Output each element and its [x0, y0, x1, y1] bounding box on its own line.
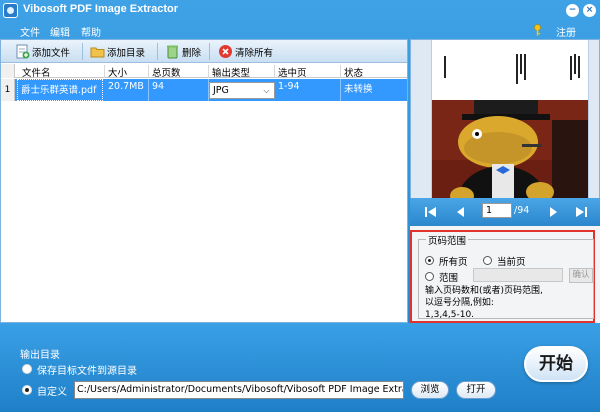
page-range-group: 所有页 当前页 范围 确认 输入页码数和(或者)页码范围, 以逗号分隔,例如: … — [418, 239, 594, 321]
menu-bar: 文件 编辑 帮助 注册 — [0, 21, 600, 39]
range-radio[interactable] — [425, 272, 434, 281]
table-header: 文件名 大小 总页数 输出类型 选中页 状态 — [1, 64, 407, 79]
add-folder-label: 添加目录 — [107, 47, 146, 59]
open-button[interactable]: 打开 — [456, 381, 496, 399]
custom-radio[interactable] — [22, 385, 32, 395]
custom-label: 自定义 — [37, 387, 67, 398]
output-section: 输出目录 保存目标文件到源目录 自定义 C:/Users/Administrat… — [0, 323, 600, 412]
close-button[interactable]: × — [583, 4, 596, 17]
save-to-source-radio[interactable] — [22, 364, 32, 374]
page-range-highlight: 所有页 当前页 范围 确认 输入页码数和(或者)页码范围, 以逗号分隔,例如: … — [410, 230, 595, 323]
toolbar: 添加文件 添加目录 删除 清除所有 — [1, 40, 407, 63]
page-navigation: 1 /94 — [410, 198, 600, 226]
page-total: /94 — [514, 205, 530, 216]
clear-all-label: 清除所有 — [235, 47, 274, 59]
hint-line-1: 输入页码数和(或者)页码范围, — [425, 286, 543, 296]
cell-status: 未转换 — [344, 84, 373, 95]
delete-button[interactable]: 删除 — [165, 43, 201, 60]
folder-icon — [90, 47, 105, 58]
cell-size: 20.7MB — [105, 79, 149, 101]
cell-pages: 94 — [149, 79, 209, 101]
range-hint: 输入页码数和(或者)页码范围, 以逗号分隔,例如: 1,3,4,5-10. — [425, 285, 543, 321]
current-page-label: 当前页 — [497, 257, 526, 268]
window-title: Vibosoft PDF Image Extractor — [23, 3, 179, 15]
col-selected-pages[interactable]: 选中页 — [275, 65, 341, 79]
trash-icon — [167, 45, 178, 59]
app-logo-icon — [3, 3, 18, 18]
page-range-panel: 所有页 当前页 范围 确认 输入页码数和(或者)页码范围, 以逗号分隔,例如: … — [410, 226, 600, 323]
start-button[interactable]: 开始 — [524, 346, 588, 382]
delete-label: 删除 — [182, 47, 202, 59]
page-range-title: 页码范围 — [426, 233, 469, 247]
cell-filename: 爵士乐群英谱.pdf — [17, 79, 103, 101]
range-input[interactable] — [473, 268, 563, 282]
cell-selected-pages: 1-94 — [275, 79, 341, 101]
menu-file[interactable]: 文件 — [20, 24, 40, 39]
preview-page-top — [432, 40, 590, 100]
prev-page-icon[interactable] — [454, 206, 468, 218]
table-row[interactable]: 1 爵士乐群英谱.pdf 20.7MB 94 JPG ⌵ 1-94 未转换 — [1, 79, 407, 101]
minimize-button[interactable]: − — [566, 4, 579, 17]
add-file-icon — [16, 44, 30, 59]
clear-icon — [219, 45, 232, 58]
file-list-panel: 添加文件 添加目录 删除 清除所有 文件名 大小 总页数 输出类型 选中页 状态… — [0, 39, 408, 323]
hint-line-2: 以逗号分隔,例如: — [425, 298, 494, 308]
next-page-icon[interactable] — [546, 206, 560, 218]
all-pages-radio[interactable] — [425, 256, 434, 265]
add-file-label: 添加文件 — [32, 47, 71, 59]
chevron-down-icon: ⌵ — [263, 86, 270, 95]
app-window: Vibosoft PDF Image Extractor − × 文件 编辑 帮… — [0, 0, 600, 412]
confirm-button[interactable]: 确认 — [569, 268, 593, 283]
key-icon — [534, 24, 541, 36]
col-filename[interactable]: 文件名 — [19, 65, 105, 79]
hint-line-3: 1,3,4,5-10. — [425, 310, 475, 320]
col-size[interactable]: 大小 — [105, 65, 149, 79]
page-text-image — [444, 54, 580, 84]
output-type-select[interactable]: JPG ⌵ — [209, 82, 275, 99]
page-number-input[interactable]: 1 — [482, 203, 512, 218]
clear-all-button[interactable]: 清除所有 — [218, 43, 273, 60]
col-total-pages[interactable]: 总页数 — [149, 65, 209, 79]
col-output-type[interactable]: 输出类型 — [209, 65, 275, 79]
first-page-icon[interactable] — [424, 206, 438, 218]
menu-help[interactable]: 帮助 — [81, 24, 101, 39]
output-path-input[interactable]: C:/Users/Administrator/Documents/Vibosof… — [74, 381, 404, 399]
col-status[interactable]: 状态 — [341, 65, 407, 79]
add-folder-button[interactable]: 添加目录 — [90, 43, 145, 60]
browse-button[interactable]: 浏览 — [411, 381, 449, 399]
last-page-icon[interactable] — [574, 206, 588, 218]
row-index: 1 — [1, 79, 15, 101]
save-to-source-label: 保存目标文件到源目录 — [37, 366, 137, 377]
menu-edit[interactable]: 编辑 — [50, 24, 70, 39]
output-title: 输出目录 — [20, 350, 60, 361]
add-file-button[interactable]: 添加文件 — [15, 43, 70, 60]
current-page-radio[interactable] — [483, 256, 492, 265]
output-type-value: JPG — [213, 85, 229, 96]
register-link[interactable]: 注册 — [556, 24, 576, 39]
all-pages-label: 所有页 — [439, 257, 468, 268]
title-bar: Vibosoft PDF Image Extractor − × — [0, 0, 600, 21]
range-label: 范围 — [439, 273, 459, 284]
